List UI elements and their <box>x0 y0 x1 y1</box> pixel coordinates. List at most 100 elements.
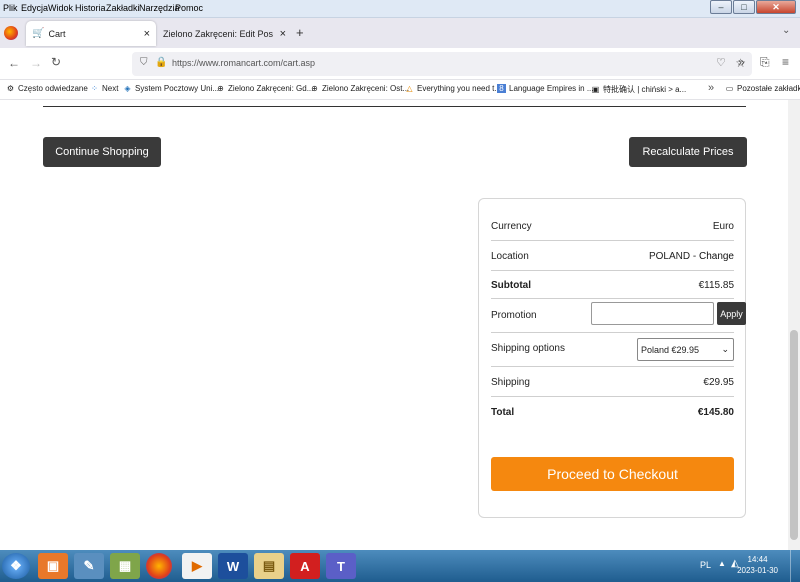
firefox-menu-icon[interactable] <box>4 26 18 40</box>
minimize-button[interactable]: – <box>710 0 732 14</box>
chevron-down-icon: ⌄ <box>721 344 729 354</box>
tab-strip: 🛒 Cart × Zielono Zakręceni: Edit Post: G… <box>0 18 800 48</box>
clock-date: 2023-01-30 <box>737 566 778 575</box>
subtotal-value: €115.85 <box>698 280 734 291</box>
shipping-options-row: Shipping options Poland €29.95 ⌄ <box>491 333 734 367</box>
menu-widok[interactable]: Widok <box>48 3 73 13</box>
close-window-button[interactable]: ✕ <box>756 0 796 14</box>
hamburger-menu-icon[interactable]: ≡ <box>782 55 789 69</box>
menu-pomoc[interactable]: Pomoc <box>175 3 203 13</box>
triangle-icon: △ <box>406 84 413 93</box>
start-button-icon[interactable]: ❖ <box>2 553 30 579</box>
lock-icon[interactable]: 🔒 <box>155 57 167 68</box>
media-player-icon[interactable]: ▶ <box>182 553 212 579</box>
cart-icon: 🛒 <box>32 28 45 39</box>
new-tab-button[interactable]: + <box>296 25 304 40</box>
shield-icon[interactable]: ⛉ <box>140 57 148 68</box>
menu-plik[interactable]: Plik <box>3 3 18 13</box>
tab-cart[interactable]: 🛒 Cart × <box>26 21 156 46</box>
globe-icon: ⊕ <box>311 84 318 93</box>
bookmark-czesto-odwiedzane[interactable]: ⚙ Często odwiedzane <box>6 84 88 93</box>
language-indicator[interactable]: PL <box>700 560 711 570</box>
order-summary-panel: Currency Euro Location POLAND - Change S… <box>478 198 746 518</box>
shipping-options-select[interactable]: Poland €29.95 ⌄ <box>637 338 734 361</box>
tab-zielono[interactable]: Zielono Zakręceni: Edit Post: Gdzie i × <box>160 21 290 46</box>
mail-icon: ◈ <box>124 84 131 93</box>
total-label: Total <box>491 407 515 418</box>
shipping-label: Shipping <box>491 377 530 388</box>
currency-label: Currency <box>491 221 532 232</box>
currency-row: Currency Euro <box>491 211 734 241</box>
bookmark-zielono-ost[interactable]: ⊕ Zielono Zakręceni: Ost... <box>310 84 409 93</box>
url-bar[interactable]: ⛉ 🔒 https://www.romancart.com/cart.asp ☆ <box>132 52 752 76</box>
system-clock[interactable]: 14:44 2023-01-30 <box>737 554 778 576</box>
grid-icon: ⁘ <box>91 84 98 93</box>
pdf-reader-icon[interactable]: A <box>290 553 320 579</box>
subtotal-label: Subtotal <box>491 280 531 291</box>
paint-app-icon[interactable]: ✎ <box>74 553 104 579</box>
firefox-taskbar-icon[interactable] <box>146 553 172 579</box>
windows-taskbar: ❖ ▣ ✎ ▦ ▶ W ▤ A T PL ▲ ◭ 14:44 2023-01-3… <box>0 550 800 582</box>
shipping-value: €29.95 <box>703 377 734 388</box>
list-tabs-icon[interactable]: ⌄ <box>782 25 790 36</box>
scrollbar-thumb[interactable] <box>790 330 798 540</box>
bookmark-chinski[interactable]: ▣ 特批确认 | chiński > a... <box>591 84 687 95</box>
menu-zakladki[interactable]: Zakładki <box>106 3 140 13</box>
bookmark-system-pocztowy[interactable]: ◈ System Pocztowy Uni... <box>123 84 219 93</box>
currency-value: Euro <box>712 221 734 232</box>
bookmarks-overflow-icon[interactable]: » <box>708 82 714 94</box>
change-location-link[interactable]: Change <box>699 251 734 262</box>
teams-app-icon[interactable]: T <box>326 553 356 579</box>
gear-icon: ⚙ <box>6 84 15 93</box>
tab-close-icon[interactable]: × <box>144 28 150 40</box>
total-row: Total €145.80 <box>491 397 734 425</box>
tab-close-icon[interactable]: × <box>280 28 286 40</box>
shipping-option-selected: Poland €29.95 <box>641 344 700 355</box>
gallery-app-icon[interactable]: ▦ <box>110 553 140 579</box>
menu-edycja[interactable]: Edycja <box>21 3 48 13</box>
apply-promotion-button[interactable]: Apply <box>717 302 746 325</box>
total-value: €145.80 <box>697 407 734 418</box>
bookmark-pozostale[interactable]: ▭ Pozostałe zakładki <box>725 84 800 93</box>
recalculate-prices-button[interactable]: Recalculate Prices <box>629 137 747 167</box>
menu-narzedzia[interactable]: Narzędzia <box>139 3 180 13</box>
tab-zielono-label: Zielono Zakręceni: Edit Post: Gdzie i <box>163 28 273 39</box>
back-icon[interactable]: ← <box>8 56 20 70</box>
bookmark-zielono-gd[interactable]: ⊕ Zielono Zakręceni: Gd... <box>216 84 313 93</box>
promotion-code-input[interactable] <box>591 302 714 325</box>
proceed-to-checkout-button[interactable]: Proceed to Checkout <box>491 457 734 491</box>
file-explorer-icon[interactable]: ▤ <box>254 553 284 579</box>
maximize-button[interactable]: □ <box>733 0 755 14</box>
forward-icon[interactable]: → <box>30 56 42 70</box>
reload-icon[interactable]: ↻ <box>51 55 61 69</box>
bookmark-next[interactable]: ⁘ Next <box>90 84 118 93</box>
location-value: POLAND - <box>648 251 699 262</box>
show-desktop-button[interactable] <box>790 550 800 582</box>
menu-historia[interactable]: Historia <box>75 3 106 13</box>
shipping-row: Shipping €29.95 <box>491 367 734 397</box>
globe-icon: ⊕ <box>217 84 224 93</box>
word-app-icon[interactable]: W <box>218 553 248 579</box>
promotion-row: Promotion Apply <box>491 299 746 333</box>
more-tools-icon[interactable]: » <box>738 55 745 69</box>
promotion-label: Promotion <box>491 310 537 321</box>
presentation-app-icon[interactable]: ▣ <box>38 553 68 579</box>
bookmark-language-empires[interactable]: 8 Language Empires in ... <box>497 84 594 93</box>
location-value-wrap: POLAND - Change <box>649 251 734 262</box>
location-label: Location <box>491 251 529 262</box>
tray-expand-icon[interactable]: ▲ <box>718 559 726 568</box>
page-scrollbar[interactable] <box>788 100 800 550</box>
bookmark-everything[interactable]: △ Everything you need t... <box>405 84 501 93</box>
continue-shopping-button[interactable]: Continue Shopping <box>43 137 161 167</box>
subtotal-row: Subtotal €115.85 <box>491 271 734 299</box>
g-icon: 8 <box>497 84 506 93</box>
location-row: Location POLAND - Change <box>491 241 734 271</box>
url-text[interactable]: https://www.romancart.com/cart.asp <box>172 58 315 68</box>
shipping-options-label: Shipping options <box>491 343 565 354</box>
folder-icon: ▭ <box>725 84 734 93</box>
navigation-bar: ← → ↻ ⛉ 🔒 https://www.romancart.com/cart… <box>0 48 800 80</box>
page-content: Continue Shopping Recalculate Prices Cur… <box>0 100 788 550</box>
pocket-icon[interactable]: ♡ <box>716 56 726 69</box>
doc-icon: ▣ <box>591 85 600 94</box>
extensions-icon[interactable]: ⎘ <box>760 55 770 70</box>
